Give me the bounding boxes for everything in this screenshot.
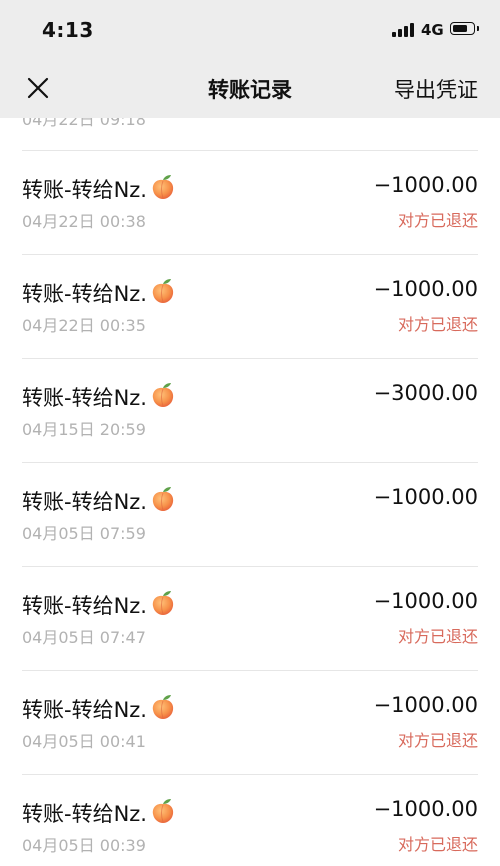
network-type: 4G xyxy=(421,21,444,39)
record-date: 04月05日 07:59 xyxy=(22,524,146,543)
record-status: 对方已退还 xyxy=(397,835,478,854)
transfer-record-row[interactable]: 转账-转给Nz. 04月05日 00:39 −1000.00 对方已退还 xyxy=(0,775,500,866)
record-amount: −1000.00 xyxy=(373,589,478,613)
transfer-record-row[interactable]: 转账-转给Nz. 04月05日 00:41 −1000.00 对方已退还 xyxy=(0,671,500,775)
record-date: 04月15日 20:59 xyxy=(22,420,146,439)
record-description: 转账-转给Nz. xyxy=(22,381,177,412)
record-description-text: 转账-转给Nz. xyxy=(22,490,147,514)
record-description-text: 转账-转给Nz. xyxy=(22,802,147,826)
transfer-record-list[interactable]: 04月22日 09:18 转账-转给Nz. 04月22日 00:38 −1000… xyxy=(0,118,500,866)
record-description: 转账-转给Nz. xyxy=(22,693,177,724)
record-date: 04月05日 00:39 xyxy=(22,836,146,855)
signal-icon xyxy=(392,23,416,37)
record-status: 对方已退还 xyxy=(397,315,478,334)
record-description: 转账-转给Nz. xyxy=(22,277,177,308)
partial-date-peek: 04月22日 09:18 xyxy=(22,118,146,129)
transfer-record-row[interactable]: 转账-转给Nz. 04月15日 20:59 −3000.00 xyxy=(0,359,500,463)
record-amount: −1000.00 xyxy=(373,797,478,821)
transfer-record-row[interactable]: 转账-转给Nz. 04月22日 00:35 −1000.00 对方已退还 xyxy=(0,255,500,359)
status-bar: 4:13 4G xyxy=(0,0,500,58)
peach-icon xyxy=(152,695,174,719)
record-amount: −1000.00 xyxy=(373,693,478,717)
record-description-text: 转账-转给Nz. xyxy=(22,282,147,306)
record-status: 对方已退还 xyxy=(397,627,478,646)
record-description-text: 转账-转给Nz. xyxy=(22,178,147,202)
record-description-text: 转账-转给Nz. xyxy=(22,698,147,722)
record-amount: −1000.00 xyxy=(373,485,478,509)
record-description: 转账-转给Nz. xyxy=(22,589,177,620)
nav-bar: 转账记录 导出凭证 xyxy=(0,58,500,118)
record-status: 对方已退还 xyxy=(397,731,478,750)
peach-icon xyxy=(152,591,174,615)
transfer-record-row[interactable]: 转账-转给Nz. 04月05日 07:47 −1000.00 对方已退还 xyxy=(0,567,500,671)
peach-icon xyxy=(152,279,174,303)
record-description: 转账-转给Nz. xyxy=(22,173,177,204)
record-description: 转账-转给Nz. xyxy=(22,485,177,516)
peach-icon xyxy=(152,487,174,511)
export-voucher-button[interactable]: 导出凭证 xyxy=(394,74,478,104)
transfer-record-row[interactable]: 转账-转给Nz. 04月22日 00:38 −1000.00 对方已退还 xyxy=(0,151,500,255)
record-description-text: 转账-转给Nz. xyxy=(22,594,147,618)
record-amount: −3000.00 xyxy=(373,381,478,405)
record-description-text: 转账-转给Nz. xyxy=(22,386,147,410)
peach-icon xyxy=(152,383,174,407)
record-description: 转账-转给Nz. xyxy=(22,797,177,828)
peach-icon xyxy=(152,799,174,823)
record-date: 04月22日 00:38 xyxy=(22,212,146,231)
status-time: 4:13 xyxy=(42,18,94,42)
record-amount: −1000.00 xyxy=(373,277,478,301)
record-date: 04月22日 00:35 xyxy=(22,316,146,335)
peach-icon xyxy=(152,175,174,199)
record-date: 04月05日 07:47 xyxy=(22,628,146,647)
top-bar: 4:13 4G 转账记录 导出凭证 xyxy=(0,0,500,118)
transfer-record-row[interactable]: 转账-转给Nz. 04月05日 07:59 −1000.00 xyxy=(0,463,500,567)
record-date: 04月05日 00:41 xyxy=(22,732,146,751)
battery-icon xyxy=(450,22,479,35)
record-status: 对方已退还 xyxy=(397,211,478,230)
record-amount: −1000.00 xyxy=(373,173,478,197)
